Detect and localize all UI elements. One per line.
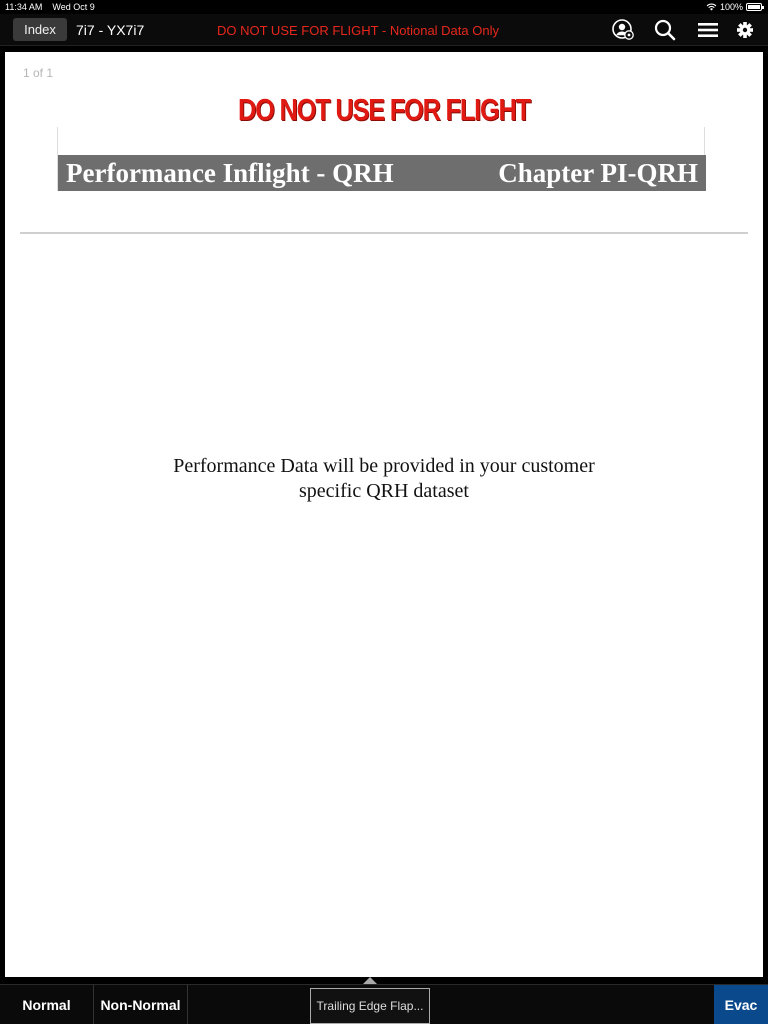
do-not-use-header: DO NOT USE FOR FLIGHT: [238, 92, 531, 127]
tab-evac[interactable]: Evac: [714, 985, 768, 1024]
index-button[interactable]: Index: [13, 18, 67, 41]
current-procedure-button[interactable]: Trailing Edge Flap...: [310, 988, 430, 1024]
chapter-title-right: Chapter PI-QRH: [498, 157, 698, 188]
nav-bar: Index 7i7 - YX7i7 DO NOT USE FOR FLIGHT …: [0, 14, 768, 46]
bottom-tab-bar: Normal Non-Normal Trailing Edge Flap... …: [0, 984, 768, 1024]
tab-non-normal[interactable]: Non-Normal: [94, 985, 188, 1024]
gear-icon[interactable]: [733, 19, 757, 41]
battery-icon: [746, 3, 764, 11]
performance-note-line-1: Performance Data will be provided in you…: [173, 455, 595, 477]
status-indicators: 100%: [706, 2, 764, 12]
battery-percent: 100%: [719, 2, 743, 12]
user-settings-icon[interactable]: [611, 19, 635, 41]
current-procedure-pointer: [363, 977, 377, 984]
status-bar: 11:34 AM Wed Oct 9 100%: [0, 0, 768, 14]
header-divider: [20, 232, 748, 234]
menu-icon[interactable]: [696, 19, 720, 41]
tab-normal[interactable]: Normal: [0, 985, 94, 1024]
page-counter: 1 of 1: [23, 66, 54, 80]
status-date: Wed Oct 9: [52, 2, 95, 12]
chapter-title-left: Performance Inflight - QRH: [66, 157, 394, 188]
status-time-date: 11:34 AM Wed Oct 9: [5, 2, 95, 12]
document-page: 1 of 1 DO NOT USE FOR FLIGHT Performance…: [5, 52, 763, 977]
document-id: 7i7 - YX7i7: [76, 22, 145, 38]
search-icon[interactable]: [653, 19, 677, 41]
performance-note-line-2: specific QRH dataset: [299, 480, 469, 502]
performance-note: Performance Data will be provided in you…: [5, 454, 763, 504]
chapter-header: Performance Inflight - QRH Chapter PI-QR…: [57, 127, 706, 191]
chapter-title-bar: Performance Inflight - QRH Chapter PI-QR…: [58, 155, 706, 191]
warning-banner: DO NOT USE FOR FLIGHT - Notional Data On…: [217, 23, 499, 38]
status-time: 11:34 AM: [5, 2, 43, 12]
wifi-icon: [706, 3, 717, 11]
